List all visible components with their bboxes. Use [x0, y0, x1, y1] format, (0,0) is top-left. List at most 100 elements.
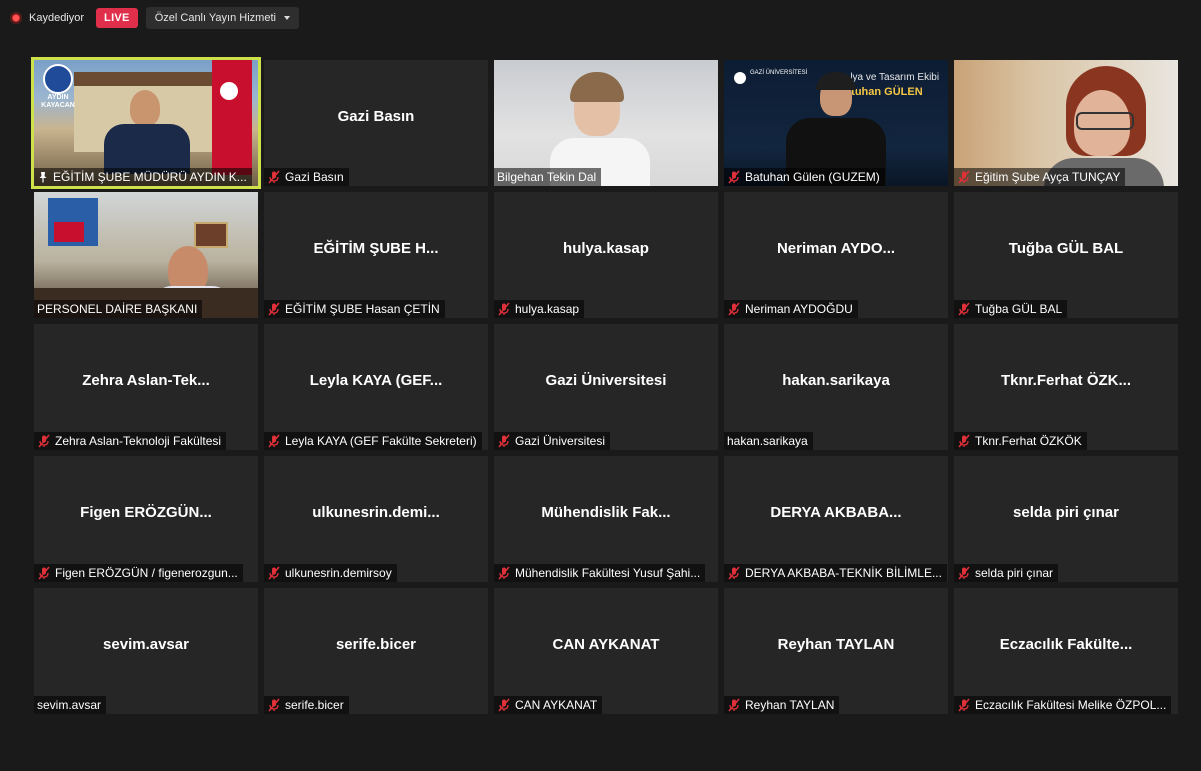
participant-display-name: Reyhan TAYLAN	[777, 635, 895, 653]
participant-name-label: sevim.avsar	[34, 696, 107, 714]
mic-off-icon	[268, 302, 280, 316]
participant-name-label: Gazi Üniversitesi	[494, 432, 611, 450]
participant-tile[interactable]: GAZİ ÜNİVERSİTESİ ...lya ve Tasarım Ekibi…	[724, 60, 948, 186]
mic-off-icon	[498, 302, 510, 316]
participant-tile[interactable]: CAN AYKANAT CAN AYKANAT	[494, 588, 718, 714]
participant-label-text: serife.bicer	[285, 698, 344, 712]
participant-label-text: selda piri çınar	[975, 566, 1054, 580]
live-badge[interactable]: LIVE	[96, 8, 138, 28]
participant-display-name: CAN AYKANAT	[552, 635, 660, 653]
mic-off-icon	[728, 170, 740, 184]
participant-display-name: Mühendislik Fak...	[541, 503, 671, 521]
participant-name-label: serife.bicer	[264, 696, 349, 714]
participant-display-name: serife.bicer	[335, 635, 417, 653]
caret-down-icon	[283, 16, 290, 20]
participant-name-label: CAN AYKANAT	[494, 696, 603, 714]
participant-name-label: Leyla KAYA (GEF Fakülte Sekreteri)	[264, 432, 482, 450]
participant-tile[interactable]: Mühendislik Fak... Mühendislik Fakültesi …	[494, 456, 718, 582]
participant-label-text: PERSONEL DAİRE BAŞKANI	[37, 302, 198, 316]
participant-tile[interactable]: sevim.avsar sevim.avsar	[34, 588, 258, 714]
participant-display-name: Tknr.Ferhat ÖZK...	[1000, 371, 1132, 389]
mic-off-icon	[958, 698, 970, 712]
participant-tile[interactable]: PERSONEL DAİRE BAŞKANI	[34, 192, 258, 318]
participant-name-label: PERSONEL DAİRE BAŞKANI	[34, 300, 203, 318]
participant-name-label: Figen ERÖZGÜN / figenerozgun...	[34, 564, 243, 582]
participant-label-text: ulkunesrin.demirsoy	[285, 566, 392, 580]
participant-tile[interactable]: AYDIN KAYACAN EĞİTİM ŞUBE MÜDÜRÜ AYDIN K.…	[31, 57, 261, 189]
participant-name-label: Reyhan TAYLAN	[724, 696, 840, 714]
participant-display-name: hakan.sarikaya	[782, 371, 890, 389]
participant-label-text: sevim.avsar	[37, 698, 102, 712]
participant-tile[interactable]: Reyhan TAYLAN Reyhan TAYLAN	[724, 588, 948, 714]
participant-display-name: Eczacılık Fakülte...	[999, 635, 1133, 653]
mic-off-icon	[728, 698, 740, 712]
mic-off-icon	[498, 434, 510, 448]
participant-label-text: Tuğba GÜL BAL	[975, 302, 1063, 316]
participant-name-label: EĞİTİM ŞUBE MÜDÜRÜ AYDIN K...	[34, 168, 252, 186]
recording-label: Kaydediyor	[29, 12, 85, 24]
mic-off-icon	[38, 566, 50, 580]
participant-tile[interactable]: Leyla KAYA (GEF... Leyla KAYA (GEF Fakült…	[264, 324, 488, 450]
mic-off-icon	[268, 698, 280, 712]
participant-label-text: Tknr.Ferhat ÖZKÖK	[975, 434, 1082, 448]
participant-tile[interactable]: Zehra Aslan-Tek... Zehra Aslan-Teknoloji …	[34, 324, 258, 450]
participant-label-text: Zehra Aslan-Teknoloji Fakültesi	[55, 434, 222, 448]
participant-tile[interactable]: selda piri çınar selda piri çınar	[954, 456, 1178, 582]
participant-label-text: EĞİTİM ŞUBE Hasan ÇETİN	[285, 302, 440, 316]
mic-off-icon	[728, 566, 740, 580]
mic-off-icon	[958, 434, 970, 448]
mic-off-icon	[958, 170, 970, 184]
stream-service-dropdown[interactable]: Özel Canlı Yayın Hizmeti	[145, 7, 299, 29]
mic-off-icon	[268, 566, 280, 580]
participant-label-text: Leyla KAYA (GEF Fakülte Sekreteri)	[285, 434, 477, 448]
mic-off-icon	[728, 302, 740, 316]
participant-tile[interactable]: EĞİTİM ŞUBE H... EĞİTİM ŞUBE Hasan ÇETİN	[264, 192, 488, 318]
participant-label-text: Eczacılık Fakültesi Melike ÖZPOL...	[975, 698, 1167, 712]
participant-tile[interactable]: Tuğba GÜL BAL Tuğba GÜL BAL	[954, 192, 1178, 318]
participant-name-label: Bilgehan Tekin Dal	[494, 168, 602, 186]
participant-tile[interactable]: Eczacılık Fakülte... Eczacılık Fakültesi …	[954, 588, 1178, 714]
participant-label-text: EĞİTİM ŞUBE MÜDÜRÜ AYDIN K...	[53, 170, 247, 184]
gallery-grid: AYDIN KAYACAN EĞİTİM ŞUBE MÜDÜRÜ AYDIN K.…	[31, 57, 1178, 714]
participant-display-name: selda piri çınar	[1013, 503, 1119, 521]
participant-label-text: hakan.sarikaya	[727, 434, 808, 448]
meeting-topbar: Kaydediyor LIVE Özel Canlı Yayın Hizmeti	[10, 5, 299, 31]
participant-name-label: Mühendislik Fakültesi Yusuf Şahi...	[494, 564, 706, 582]
participant-display-name: sevim.avsar	[103, 635, 189, 653]
participant-tile[interactable]: Bilgehan Tekin Dal	[494, 60, 718, 186]
participant-tile[interactable]: hulya.kasap hulya.kasap	[494, 192, 718, 318]
participant-tile[interactable]: serife.bicer serife.bicer	[264, 588, 488, 714]
pin-icon	[39, 172, 47, 183]
participant-name-label: Eczacılık Fakültesi Melike ÖZPOL...	[954, 696, 1172, 714]
participant-tile[interactable]: Gazi Üniversitesi Gazi Üniversitesi	[494, 324, 718, 450]
participant-display-name: DERYA AKBABA...	[770, 503, 902, 521]
participant-name-label: ulkunesrin.demirsoy	[264, 564, 397, 582]
participant-label-text: Gazi Basın	[285, 170, 344, 184]
participant-display-name: Figen ERÖZGÜN...	[80, 503, 212, 521]
participant-display-name: Leyla KAYA (GEF...	[309, 371, 443, 389]
participant-tile[interactable]: Tknr.Ferhat ÖZK... Tknr.Ferhat ÖZKÖK	[954, 324, 1178, 450]
participant-tile[interactable]: Neriman AYDO... Neriman AYDOĞDU	[724, 192, 948, 318]
participant-label-text: Gazi Üniversitesi	[515, 434, 606, 448]
participant-display-name: Neriman AYDO...	[776, 239, 896, 257]
participant-tile[interactable]: DERYA AKBABA... DERYA AKBABA-TEKNİK BİLİM…	[724, 456, 948, 582]
record-dot-icon	[10, 12, 22, 24]
participant-name-label: Zehra Aslan-Teknoloji Fakültesi	[34, 432, 227, 450]
participant-name-label: DERYA AKBABA-TEKNİK BİLİMLE...	[724, 564, 947, 582]
mic-off-icon	[498, 566, 510, 580]
participant-display-name: ulkunesrin.demi...	[312, 503, 440, 521]
mic-off-icon	[958, 302, 970, 316]
participant-tile[interactable]: hakan.sarikaya hakan.sarikaya	[724, 324, 948, 450]
participant-label-text: Bilgehan Tekin Dal	[497, 170, 597, 184]
participant-tile[interactable]: Gazi Basın Gazi Basın	[264, 60, 488, 186]
participant-tile[interactable]: Eğitim Şube Ayça TUNÇAY	[954, 60, 1178, 186]
participant-name-label: Batuhan Gülen (GUZEM)	[724, 168, 885, 186]
participant-tile[interactable]: ulkunesrin.demi... ulkunesrin.demirsoy	[264, 456, 488, 582]
participant-name-label: Gazi Basın	[264, 168, 349, 186]
participant-display-name: Tuğba GÜL BAL	[1008, 239, 1124, 257]
participant-display-name: EĞİTİM ŞUBE H...	[313, 239, 439, 257]
participant-tile[interactable]: Figen ERÖZGÜN... Figen ERÖZGÜN / figenero…	[34, 456, 258, 582]
participant-label-text: Batuhan Gülen (GUZEM)	[745, 170, 880, 184]
recording-indicator[interactable]: Kaydediyor	[10, 12, 84, 24]
participant-name-label: hulya.kasap	[494, 300, 585, 318]
